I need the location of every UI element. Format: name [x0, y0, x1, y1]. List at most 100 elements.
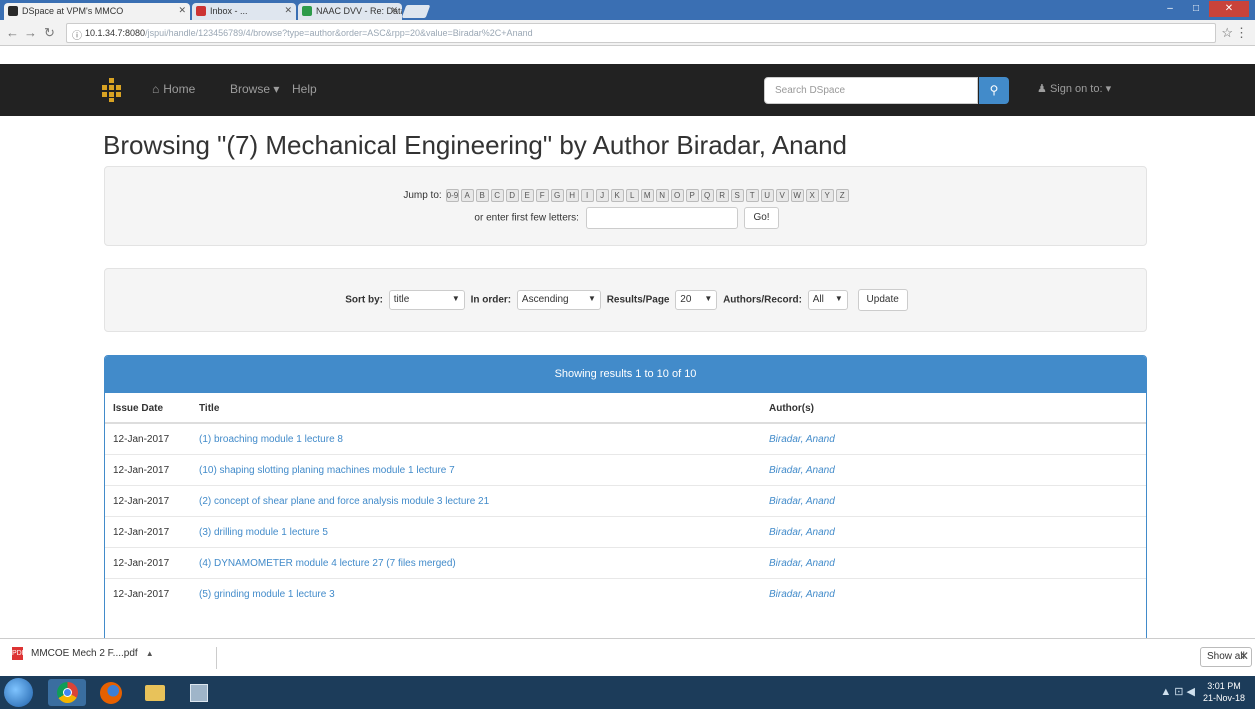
jump-to-button[interactable]: A — [460, 189, 474, 202]
jump-to-button[interactable]: J — [595, 189, 609, 202]
jump-to-button[interactable]: F — [535, 189, 549, 202]
table-row: 12-Jan-2017 (10) shaping slotting planin… — [105, 453, 1146, 485]
jump-to-button[interactable]: R — [715, 189, 729, 202]
jump-to-button[interactable]: Q — [700, 189, 714, 202]
chevron-up-icon[interactable]: ▲ — [146, 649, 154, 658]
tab-title: DSpace at VPM's MMCO — [22, 6, 124, 16]
results-per-page-select[interactable]: 20 ▼ — [675, 290, 718, 310]
author-link[interactable]: Biradar, Anand — [769, 589, 835, 600]
jump-to-button[interactable]: 0-9 — [445, 189, 459, 202]
close-download-bar-icon[interactable]: ✕ — [1239, 649, 1249, 663]
order-select[interactable]: Ascending ▼ — [516, 290, 601, 310]
browser-tab-naac[interactable]: NAAC DVV - Re: Datam ✕ — [298, 3, 402, 20]
jump-to-button[interactable]: W — [790, 189, 804, 202]
clock-date: 21-Nov-18 — [1202, 693, 1245, 703]
nav-help[interactable]: Help — [292, 82, 317, 96]
title-link[interactable]: (1) broaching module 1 lecture 8 — [199, 434, 343, 445]
sort-by-select[interactable]: title ▼ — [388, 290, 465, 310]
jump-to-button[interactable]: P — [685, 189, 699, 202]
tab-title: NAAC DVV - Re: Datam — [316, 6, 402, 16]
jump-to-button[interactable]: O — [670, 189, 684, 202]
browser-menu-icon[interactable]: ⋮ — [1235, 25, 1248, 41]
jump-to-button[interactable]: T — [745, 189, 759, 202]
jump-to-button[interactable]: L — [625, 189, 639, 202]
maximize-button[interactable]: □ — [1183, 1, 1209, 17]
download-item[interactable]: PDF MMCOE Mech 2 F....pdf ▲ — [12, 647, 154, 660]
jump-to-panel: Jump to: 0-9 A B C D E F G H I J K L M N O P Q R S T U V W X Y Z or… — [104, 166, 1147, 246]
jump-to-button[interactable]: B — [475, 189, 489, 202]
results-per-page-value: 20 — [680, 294, 692, 305]
nav-browse-dropdown[interactable]: Browse ▾ — [230, 82, 279, 96]
jump-to-button[interactable]: D — [505, 189, 519, 202]
gmail-favicon-icon — [196, 6, 206, 16]
browser-tab-dspace[interactable]: DSpace at VPM's MMCO ✕ — [4, 3, 190, 20]
minimize-button[interactable]: – — [1157, 1, 1183, 17]
title-link[interactable]: (5) grinding module 1 lecture 3 — [199, 589, 335, 600]
author-link[interactable]: Biradar, Anand — [769, 496, 835, 507]
issue-date-cell: 12-Jan-2017 — [105, 453, 191, 485]
nav-home[interactable]: ⌂ Home — [152, 82, 195, 96]
author-link[interactable]: Biradar, Anand — [769, 527, 835, 538]
jump-to-button[interactable]: V — [775, 189, 789, 202]
jump-to-button[interactable]: E — [520, 189, 534, 202]
taskbar-clock[interactable]: 3:01 PM 21-Nov-18 — [1203, 680, 1245, 704]
reload-icon[interactable]: ↻ — [44, 25, 55, 41]
issue-date-cell: 12-Jan-2017 — [105, 422, 191, 454]
author-link[interactable]: Biradar, Anand — [769, 434, 835, 445]
jump-to-button[interactable]: G — [550, 189, 564, 202]
bookmark-star-icon[interactable]: ☆ — [1221, 25, 1233, 41]
start-button-icon[interactable] — [4, 678, 33, 707]
forward-icon[interactable]: → — [24, 25, 37, 40]
author-link[interactable]: Biradar, Anand — [769, 558, 835, 569]
jump-to-label: Jump to: — [403, 190, 442, 201]
pdf-file-icon: PDF — [12, 647, 26, 660]
jump-to-button[interactable]: U — [760, 189, 774, 202]
close-tab-icon[interactable]: ✕ — [284, 5, 292, 16]
close-tab-icon[interactable]: ✕ — [390, 5, 398, 16]
jump-to-button[interactable]: M — [640, 189, 654, 202]
back-icon[interactable]: ← — [6, 25, 19, 40]
title-link[interactable]: (10) shaping slotting planing machines m… — [199, 465, 455, 476]
file-explorer-taskbar-icon[interactable] — [136, 679, 174, 706]
results-panel: Showing results 1 to 10 of 10 Issue Date… — [104, 355, 1147, 655]
jump-to-button[interactable]: N — [655, 189, 669, 202]
search-input[interactable]: Search DSpace — [764, 77, 978, 104]
clock-time: 3:01 PM — [1207, 681, 1241, 691]
go-button[interactable]: Go! — [744, 207, 779, 229]
table-row: 12-Jan-2017 (1) broaching module 1 lectu… — [105, 422, 1146, 454]
title-link[interactable]: (2) concept of shear plane and force ana… — [199, 496, 489, 507]
authors-per-record-select[interactable]: All ▼ — [807, 290, 848, 310]
close-window-button[interactable]: ✕ — [1209, 1, 1249, 17]
first-letters-input[interactable] — [585, 207, 738, 229]
column-header-title[interactable]: Title — [191, 393, 761, 424]
browser-tab-inbox[interactable]: Inbox - ... ✕ — [192, 3, 296, 20]
jump-to-button[interactable]: Z — [835, 189, 849, 202]
jump-to-button[interactable]: K — [610, 189, 624, 202]
system-tray-icons[interactable]: ▲ ⊡ ◀ — [1160, 685, 1195, 698]
jump-to-button[interactable]: S — [730, 189, 744, 202]
update-button[interactable]: Update — [857, 289, 908, 311]
chrome-taskbar-icon[interactable] — [48, 679, 86, 706]
firefox-taskbar-icon[interactable] — [92, 679, 130, 706]
url-input[interactable]: ⓘ 10.1.34.7:8080/jspui/handle/123456789/… — [66, 23, 1216, 43]
jump-to-button[interactable]: I — [580, 189, 594, 202]
column-header-issue-date[interactable]: Issue Date — [105, 393, 191, 424]
first-letters-label: or enter first few letters: — [474, 212, 579, 224]
new-tab-button[interactable] — [401, 5, 431, 18]
jump-to-button[interactable]: Y — [820, 189, 834, 202]
column-header-authors[interactable]: Author(s) — [761, 393, 1146, 424]
author-link[interactable]: Biradar, Anand — [769, 465, 835, 476]
signin-dropdown[interactable]: ♟ Sign on to: ▾ — [1037, 82, 1111, 95]
title-link[interactable]: (4) DYNAMOMETER module 4 lecture 27 (7 f… — [199, 558, 456, 569]
dspace-logo-icon[interactable] — [100, 78, 124, 102]
jump-to-button[interactable]: X — [805, 189, 819, 202]
close-tab-icon[interactable]: ✕ — [178, 5, 186, 16]
authors-per-record-value: All — [812, 294, 824, 305]
url-host: 10.1.34.7:8080 — [85, 28, 146, 38]
search-button[interactable]: ⚲ — [979, 77, 1009, 104]
jump-to-button[interactable]: H — [565, 189, 579, 202]
jump-to-button[interactable]: C — [490, 189, 504, 202]
authors-per-record-label: Authors/Record: — [723, 294, 802, 306]
title-link[interactable]: (3) drilling module 1 lecture 5 — [199, 527, 328, 538]
calculator-taskbar-icon[interactable] — [180, 679, 218, 706]
